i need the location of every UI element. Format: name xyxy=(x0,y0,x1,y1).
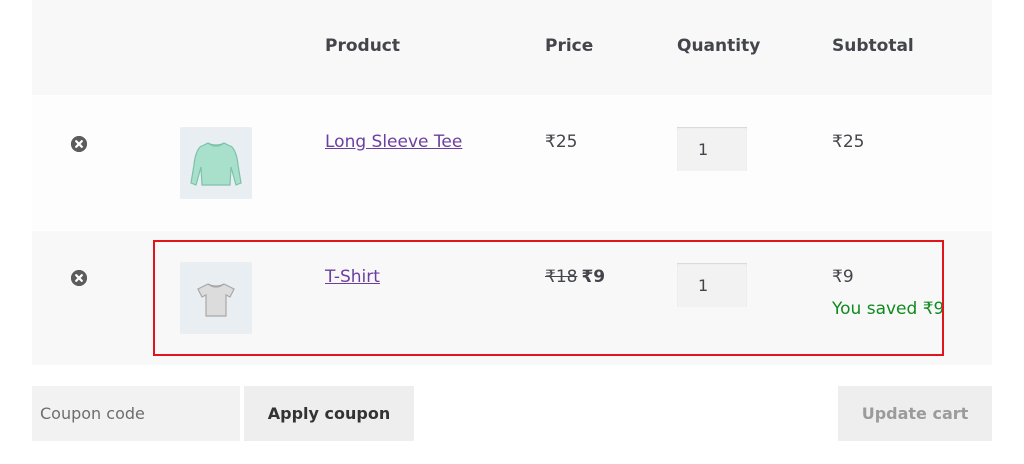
header-subtotal: Subtotal xyxy=(832,36,914,56)
remove-item-icon[interactable] xyxy=(71,136,87,152)
subtotal-value: ₹25 xyxy=(832,132,865,152)
quantity-input[interactable] xyxy=(677,263,747,307)
table-row: Long Sleeve Tee ₹25 ₹25 xyxy=(32,96,992,230)
coupon-code-input[interactable] xyxy=(32,386,240,441)
price-value: ₹18 ₹9 xyxy=(545,267,605,287)
header-price: Price xyxy=(545,36,594,56)
price-value: ₹25 xyxy=(545,132,578,152)
table-header: Product Price Quantity Subtotal xyxy=(32,0,992,95)
original-price: ₹18 xyxy=(545,267,578,287)
savings-text: You saved ₹9 xyxy=(832,299,945,319)
long-sleeve-tee-icon[interactable] xyxy=(180,127,252,199)
product-link-long-sleeve-tee[interactable]: Long Sleeve Tee xyxy=(325,132,462,152)
header-quantity: Quantity xyxy=(677,36,761,56)
subtotal-value: ₹9 xyxy=(832,267,854,287)
remove-item-icon[interactable] xyxy=(71,270,87,286)
table-row: T-Shirt ₹18₹9 ₹9 You saved ₹9 xyxy=(32,231,992,365)
t-shirt-icon[interactable] xyxy=(180,262,252,334)
product-link-t-shirt[interactable]: T-Shirt xyxy=(325,267,380,287)
header-product: Product xyxy=(325,36,400,56)
update-cart-button[interactable]: Update cart xyxy=(838,386,992,441)
quantity-input[interactable] xyxy=(677,127,747,171)
apply-coupon-button[interactable]: Apply coupon xyxy=(244,386,414,441)
sale-price: ₹9 xyxy=(581,267,606,287)
